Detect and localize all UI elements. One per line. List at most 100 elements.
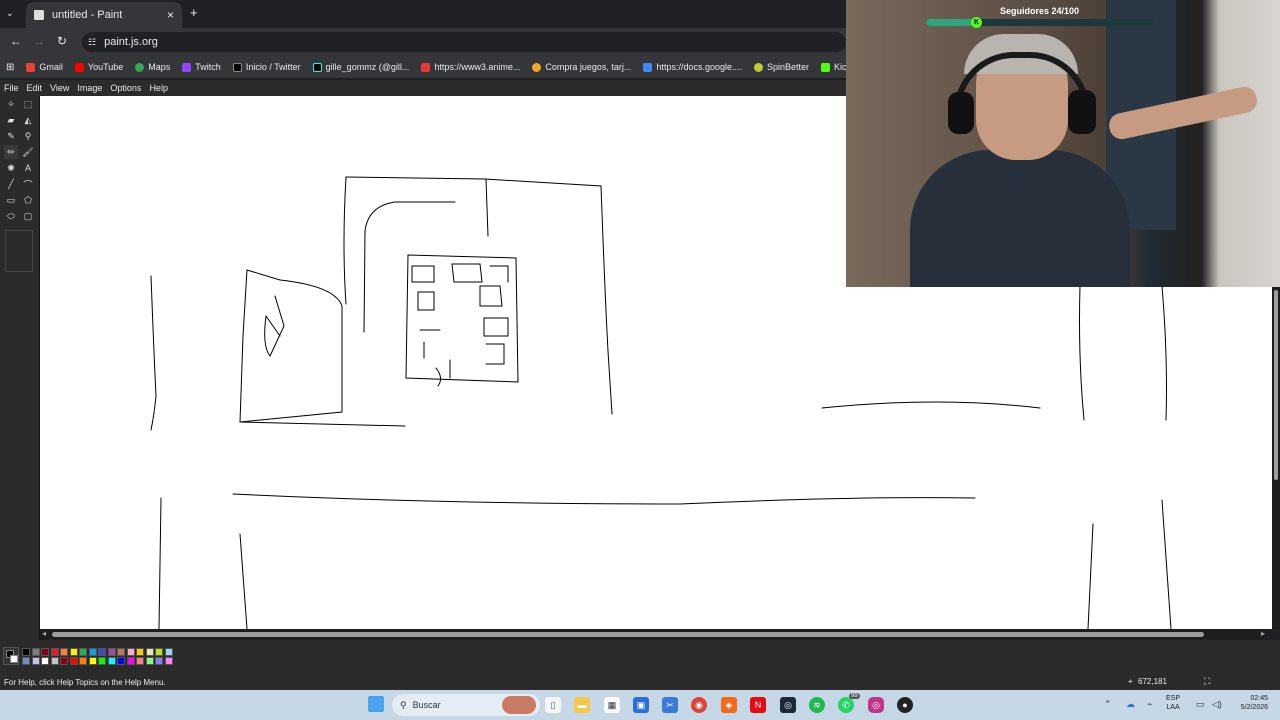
bookmark-gmail[interactable]: Gmail	[26, 62, 63, 72]
magnifier-icon[interactable]: ⚲	[21, 129, 35, 143]
store-app-icon[interactable]: ▦	[604, 697, 620, 713]
menu-options[interactable]: Options	[110, 83, 141, 93]
palette-swatch[interactable]	[69, 648, 78, 656]
bookmark-docs[interactable]: https://docs.google....	[643, 62, 742, 72]
palette-swatch[interactable]	[41, 657, 49, 665]
palette-swatch[interactable]	[79, 648, 87, 656]
curve-icon[interactable]: ⌒	[21, 177, 35, 191]
tab-search-icon[interactable]: ⌄	[6, 8, 14, 19]
airbrush-icon[interactable]: ✺	[4, 161, 18, 175]
volume-icon[interactable]: ◁)	[1212, 699, 1222, 710]
brush-icon[interactable]: 🖌	[21, 145, 35, 159]
snipping-icon[interactable]: ✂	[662, 697, 678, 713]
onedrive-icon[interactable]: ☁	[1126, 699, 1135, 710]
color-picker-icon[interactable]: ✎	[4, 129, 18, 143]
palette-swatch[interactable]	[145, 648, 154, 656]
bookmark-twitter[interactable]: Inicio / Twitter	[232, 62, 301, 72]
palette-swatch[interactable]	[155, 657, 163, 665]
taskbar-file-icon[interactable]: ▯	[545, 697, 561, 713]
menu-edit[interactable]: Edit	[27, 83, 43, 93]
palette-swatch[interactable]	[107, 657, 116, 665]
forward-arrow-icon[interactable]: →	[33, 34, 45, 48]
palette-swatch[interactable]	[136, 648, 144, 656]
palette-swatch[interactable]	[98, 657, 106, 665]
palette-swatch[interactable]	[98, 648, 106, 656]
palette-swatch[interactable]	[126, 657, 135, 665]
palette-swatch[interactable]	[31, 648, 40, 656]
palette-swatch[interactable]	[126, 648, 135, 656]
apps-grid-icon[interactable]: ⊞	[6, 62, 14, 73]
bookmark-maps[interactable]: Maps	[135, 62, 170, 72]
obs-icon[interactable]: ●	[897, 697, 913, 713]
photos-icon[interactable]: ▣	[633, 697, 649, 713]
palette-swatch[interactable]	[117, 648, 125, 656]
scroll-left-icon[interactable]: ◂	[42, 629, 46, 638]
rect-select-icon[interactable]: ⬚	[21, 97, 35, 111]
palette-swatch[interactable]	[60, 657, 68, 665]
palette-swatch[interactable]	[117, 657, 125, 665]
current-colors[interactable]	[3, 647, 19, 665]
palette-swatch[interactable]	[136, 657, 144, 665]
palette-swatch[interactable]	[31, 657, 40, 665]
palette-swatch[interactable]	[88, 648, 97, 656]
bookmark-youtube[interactable]: YouTube	[74, 62, 123, 72]
bookmark-anime[interactable]: https://www3.anime...	[421, 62, 520, 72]
palette-swatch[interactable]	[60, 648, 68, 656]
whatsapp-icon[interactable]: ✆	[838, 697, 854, 713]
usb-icon[interactable]: ⌁	[1147, 699, 1152, 710]
spotify-icon[interactable]: ≋	[809, 697, 825, 713]
taskbar-search[interactable]: ⚲ Buscar	[392, 694, 540, 716]
palette-swatch[interactable]	[50, 657, 59, 665]
netflix-icon[interactable]: N	[750, 697, 766, 713]
tray-chevron-icon[interactable]: ⌃	[1104, 699, 1112, 710]
polygon-icon[interactable]: ⬠	[21, 193, 35, 207]
menu-view[interactable]: View	[50, 83, 69, 93]
palette-swatch[interactable]	[22, 648, 30, 656]
steam-icon[interactable]: ◎	[780, 697, 796, 713]
tab-close-icon[interactable]: ×	[167, 8, 174, 22]
language-indicator[interactable]: ESP LAA	[1166, 694, 1180, 712]
palette-swatch[interactable]	[69, 657, 78, 665]
menu-help[interactable]: Help	[149, 83, 168, 93]
chrome-icon[interactable]: ◉	[691, 697, 707, 713]
clock[interactable]: 02:45 5/2/2026	[1228, 694, 1268, 712]
bookmark-tiktok[interactable]: gille_gommz (@gill...	[312, 62, 409, 72]
palette-swatch[interactable]	[41, 648, 49, 656]
rounded-rect-icon[interactable]: ▢	[21, 209, 35, 223]
eraser-icon[interactable]: ▰	[4, 113, 18, 127]
pencil-icon[interactable]: ✏	[4, 145, 18, 159]
instagram-icon[interactable]: ◎	[868, 697, 884, 713]
palette-swatch[interactable]	[164, 648, 173, 656]
new-tab-button[interactable]: +	[190, 5, 198, 20]
bookmark-store[interactable]: Compra juegos, tarj...	[532, 62, 631, 72]
tool-options-box[interactable]	[5, 230, 33, 272]
palette-swatch[interactable]	[107, 648, 116, 656]
palette-swatch[interactable]	[155, 648, 163, 656]
bookmark-spinbetter[interactable]: SpinBetter	[754, 62, 809, 72]
start-button[interactable]	[368, 696, 384, 712]
vertical-scroll-thumb[interactable]	[1274, 290, 1278, 480]
palette-swatch[interactable]	[50, 648, 59, 656]
horizontal-scroll-thumb[interactable]	[52, 632, 1204, 637]
reload-icon[interactable]: ↻	[57, 34, 67, 48]
line-icon[interactable]: ╱	[4, 177, 18, 191]
menu-image[interactable]: Image	[77, 83, 102, 93]
palette-swatch[interactable]	[145, 657, 154, 665]
ellipse-icon[interactable]: ⬭	[4, 209, 18, 223]
address-bar[interactable]: ☷ paint.js.org	[82, 32, 846, 52]
network-icon[interactable]: ▭	[1196, 699, 1205, 710]
free-select-icon[interactable]: ✧	[4, 97, 18, 111]
palette-swatch[interactable]	[164, 657, 173, 665]
fill-bucket-icon[interactable]: ◭	[21, 113, 35, 127]
browser-tab[interactable]: untitled - Paint ×	[26, 2, 182, 28]
palette-swatch[interactable]	[88, 657, 97, 665]
palette-swatch[interactable]	[79, 657, 87, 665]
palette-swatch[interactable]	[22, 657, 30, 665]
back-arrow-icon[interactable]: ←	[10, 34, 22, 48]
scroll-right-icon[interactable]: ▸	[1261, 629, 1265, 638]
file-explorer-icon[interactable]: ▬	[574, 697, 590, 713]
text-tool-icon[interactable]: A	[21, 161, 35, 175]
site-info-icon[interactable]: ☷	[88, 37, 96, 48]
menu-file[interactable]: File	[4, 83, 19, 93]
rectangle-icon[interactable]: ▭	[4, 193, 18, 207]
